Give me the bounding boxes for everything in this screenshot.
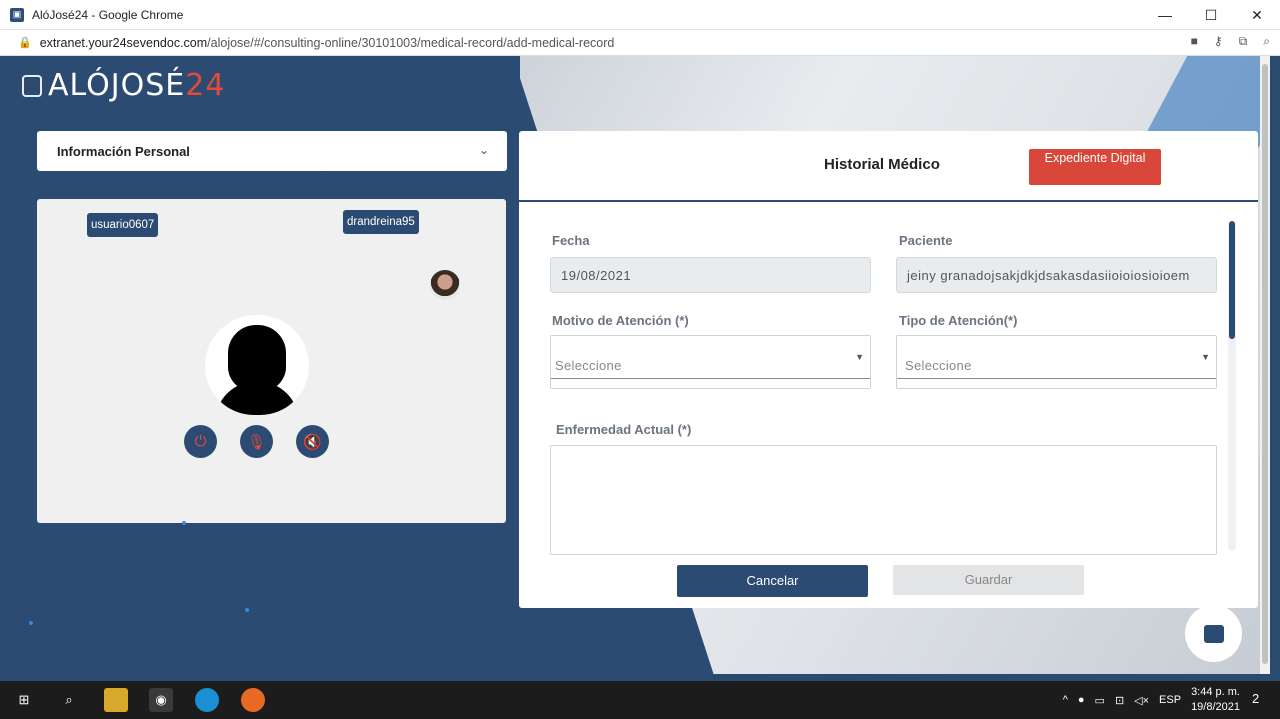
video-call-panel: usuario0607 drandreina95 ⏻ 🎙 🔇 [37,199,506,523]
url-text[interactable]: extranet.your24sevendoc.com/alojose/#/co… [40,36,615,50]
tipo-select[interactable]: Seleccione ▼ [896,335,1217,389]
enfermedad-label: Enfermedad Actual (*) [556,422,692,437]
panel-title: Historial Médico [824,156,940,173]
panel-header: Historial Médico Expediente Digital [519,131,1258,202]
chevron-down-icon: ⌄ [478,143,489,157]
minimize-button[interactable]: — [1142,0,1188,30]
mic-off-icon: 🎙 [246,433,267,451]
chat-button[interactable] [1185,605,1242,662]
enfermedad-textarea[interactable] [550,445,1217,555]
window-title: AlóJosé24 - Google Chrome [32,7,184,22]
firefox-icon[interactable] [241,688,265,712]
expediente-digital-button[interactable]: Expediente Digital [1029,149,1161,185]
clock-time: 3:44 p. m. [1191,686,1240,698]
mute-mic-button[interactable]: 🎙 [240,425,273,458]
maximize-button[interactable]: ☐ [1188,0,1234,30]
doctor-avatar [430,270,460,300]
stethoscope-icon [22,74,42,97]
close-button[interactable]: ✕ [1234,0,1280,30]
edge-icon[interactable] [195,688,219,712]
speaker-off-icon: 🔇 [303,433,322,451]
remote-user-tag: drandreina95 [343,210,419,234]
microphone-icon[interactable]: ● [1078,694,1085,706]
network-icon[interactable]: ⊡ [1115,694,1124,707]
power-button[interactable]: ⏻ [184,425,217,458]
file-explorer-icon[interactable] [104,688,128,712]
fecha-field: 19/08/2021 [550,257,871,293]
notifications-icon[interactable]: 2 [1252,691,1270,709]
cancel-button[interactable]: Cancelar [677,565,868,597]
user-avatar-icon [205,315,309,415]
fecha-label: Fecha [552,233,590,248]
personal-info-label: Información Personal [57,143,190,159]
system-tray: ^ ● ▭ ⊡ ◁× ESP 3:44 p. m. 19/8/2021 [1063,681,1240,719]
zoom-icon[interactable]: ⌕ [1263,34,1270,49]
volume-icon[interactable]: ◁× [1134,694,1149,707]
taskbar: ⊞ ⌕ ◉ ^ ● ▭ ⊡ ◁× ESP 3:44 p. m. 19/8/202… [0,681,1280,719]
clock[interactable]: 3:44 p. m. 19/8/2021 [1191,685,1240,715]
save-button[interactable]: Guardar [893,565,1084,595]
translate-icon[interactable]: ⧉ [1239,34,1248,49]
key-icon[interactable]: ⚷ [1214,34,1223,49]
medical-record-panel: Historial Médico Expediente Digital Fech… [519,131,1258,608]
paciente-field: jeiny granadojsakjdkjdsakasdasiioioiosio… [896,257,1217,293]
paciente-label: Paciente [899,233,953,248]
logo-text: ALÓJOSÉ [48,68,186,103]
decor-dot [245,608,249,612]
logo-number: 24 [185,68,226,103]
chat-icon [1203,624,1224,643]
chrome-icon[interactable]: ◉ [149,688,173,712]
power-icon: ⏻ [194,433,207,450]
language-indicator[interactable]: ESP [1159,694,1181,706]
tipo-placeholder: Seleccione [905,358,972,373]
decor-dot [182,521,186,525]
address-bar[interactable]: 🔒 extranet.your24sevendoc.com/alojose/#/… [0,30,1280,56]
motivo-label: Motivo de Atención (*) [552,313,689,328]
personal-info-accordion[interactable]: Información Personal ⌄ [37,131,507,171]
battery-icon[interactable]: ▭ [1095,694,1105,707]
motivo-placeholder: Seleccione [555,358,622,373]
camera-icon[interactable]: ■ [1191,34,1198,49]
search-icon[interactable]: ⌕ [57,688,81,712]
lock-icon: 🔒 [18,37,32,49]
caret-down-icon: ▼ [855,352,864,362]
local-user-tag: usuario0607 [87,213,159,237]
mute-audio-button[interactable]: 🔇 [296,425,329,458]
motivo-select[interactable]: Seleccione ▼ [550,335,871,389]
site-favicon-icon: ▣ [10,7,24,22]
decor-dot [29,621,33,625]
tipo-label: Tipo de Atención(*) [899,313,1018,328]
clock-date: 19/8/2021 [1191,701,1240,713]
page-content: ALÓJOSÉ24 Información Personal ⌄ usuario… [0,56,1270,674]
caret-down-icon: ▼ [1201,352,1210,362]
browser-titlebar: ▣ AlóJosé24 - Google Chrome — ☐ ✕ [0,0,1280,30]
windows-start-icon[interactable]: ⊞ [12,688,36,712]
panel-scrollbar[interactable] [1228,221,1236,551]
app-logo: ALÓJOSÉ24 [22,68,225,103]
chevron-up-icon[interactable]: ^ [1063,694,1068,706]
page-scrollbar[interactable] [1260,56,1270,674]
